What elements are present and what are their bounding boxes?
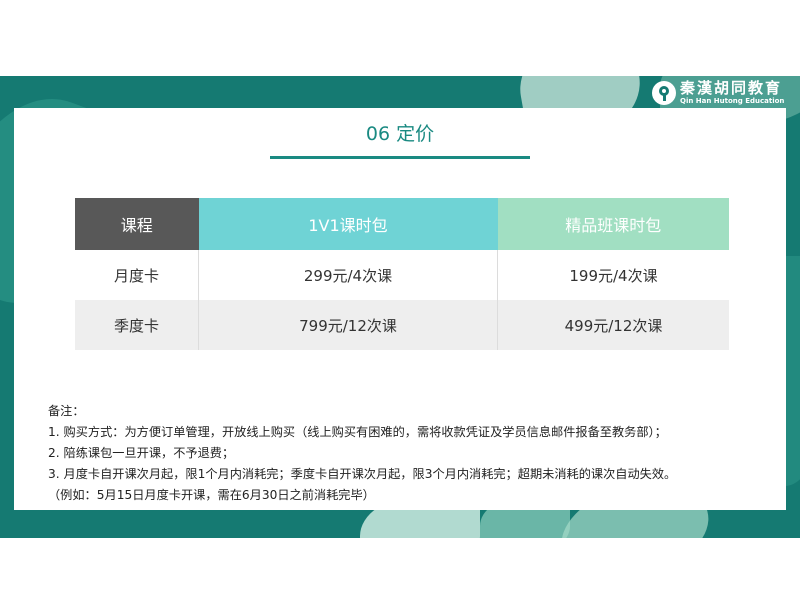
table-row-monthly: 月度卡 299元/4次课 199元/4次课: [75, 250, 729, 300]
note-item-2: 2. 陪练课包一旦开课，不予退费；: [48, 446, 235, 460]
header-1v1-package: 1V1课时包: [198, 198, 498, 250]
logo-chinese-name: 秦漢胡同教育: [680, 79, 783, 97]
title-underline: [270, 156, 530, 159]
page-title: 06 定价: [365, 123, 435, 145]
quarterly-class-price: 499元/12次课: [564, 316, 663, 335]
note-item-1: 1. 购买方式：为方便订单管理，开放线上购买（线上购买有困难的，需将收款凭证及学…: [48, 425, 667, 439]
logo-icon: [652, 81, 676, 105]
logo-english-name: Qin Han Hutong Education: [680, 97, 785, 105]
notes-section: 备注： 1. 购买方式：为方便订单管理，开放线上购买（线上购买有困难的，需将收款…: [48, 401, 676, 506]
note-example: （例如：5月15日月度卡开课，需在6月30日之前消耗完毕）: [48, 488, 375, 502]
monthly-class-price: 199元/4次课: [569, 266, 658, 285]
quarterly-1v1-price: 799元/12次课: [198, 300, 498, 350]
row-label-monthly: 月度卡: [75, 250, 199, 300]
table-row-quarterly: 季度卡 799元/12次课 499元/12次课: [75, 300, 729, 350]
row-label-quarterly: 季度卡: [75, 300, 199, 350]
notes-heading: 备注：: [48, 404, 85, 418]
brand-logo: 秦漢胡同教育 Qin Han Hutong Education: [652, 79, 784, 107]
logo-text: 秦漢胡同教育 Qin Han Hutong Education: [680, 81, 784, 105]
monthly-1v1-price: 299元/4次课: [198, 250, 498, 300]
header-class-package: 精品班课时包: [497, 198, 729, 250]
pricing-table: 课程 1V1课时包 精品班课时包 月度卡 299元/4次课 199元/4次课 季…: [75, 198, 729, 350]
table-header-row: 课程 1V1课时包 精品班课时包: [75, 198, 729, 250]
header-course: 课程: [75, 198, 199, 250]
note-item-3: 3. 月度卡自开课次月起，限1个月内消耗完；季度卡自开课次月起，限3个月内消耗完…: [48, 467, 677, 481]
